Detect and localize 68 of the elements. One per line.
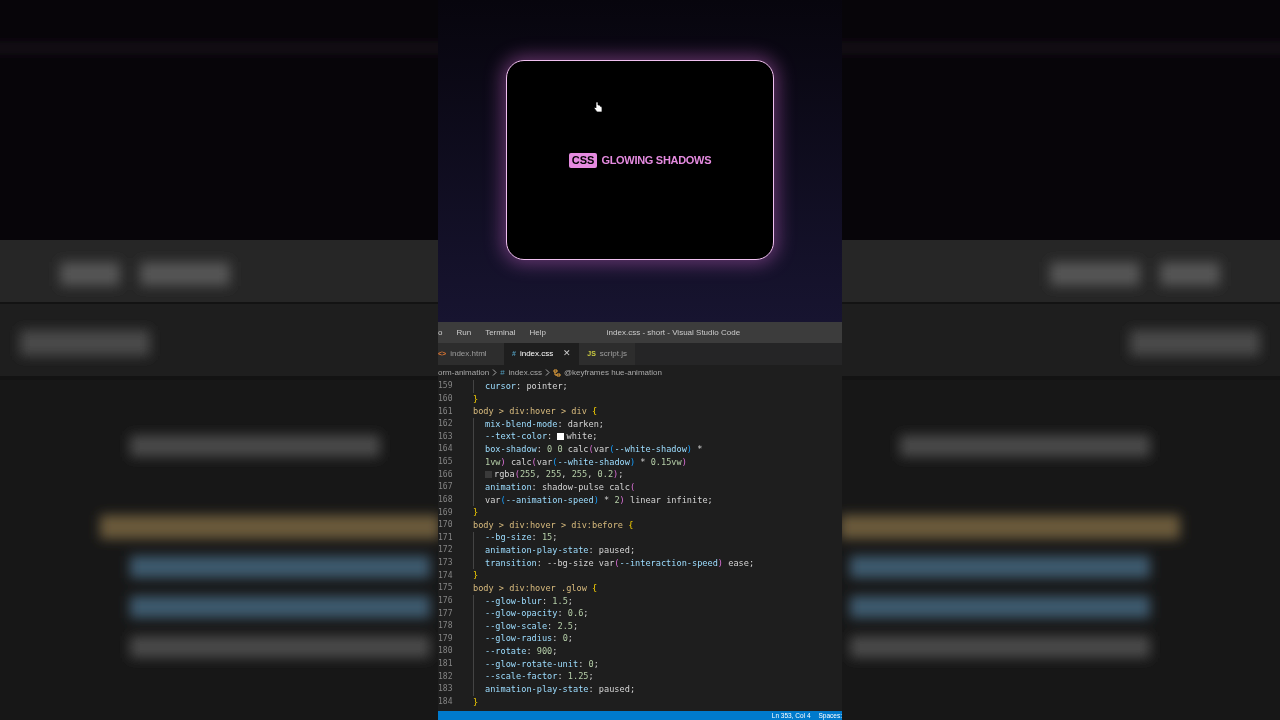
line-number: 167 — [438, 481, 454, 494]
code-line: animation-play-state: paused; — [485, 682, 636, 696]
close-icon[interactable]: ✕ — [563, 347, 572, 361]
chevron-icon — [544, 369, 550, 376]
line-number: 171 — [438, 531, 454, 544]
code-line: --bg-size: 15; — [485, 531, 558, 545]
breadcrumb-item[interactable]: @keyframes hue-animation — [563, 366, 662, 379]
menu-item[interactable]: Terminal — [478, 326, 523, 339]
pointer-cursor-icon — [594, 101, 603, 113]
line-number: 176 — [438, 594, 454, 607]
line-number: 184 — [438, 695, 454, 708]
code-line: rgba(255, 255, 255, 0.2); — [485, 468, 624, 482]
window-title: index.css - short - Visual Studio Code — [606, 326, 741, 339]
line-number: 177 — [438, 607, 454, 620]
menu-item[interactable]: o — [438, 326, 450, 339]
code-line: mix-blend-mode: darken; — [485, 417, 604, 431]
menu-item[interactable]: Help — [522, 326, 553, 339]
code-line: body > div:hover > div { — [473, 405, 598, 418]
line-number: 180 — [438, 645, 454, 658]
line-number: 174 — [438, 569, 454, 582]
code-line: } — [473, 392, 479, 406]
line-number: 163 — [438, 430, 454, 443]
line-number: 179 — [438, 632, 454, 645]
code-line: --glow-opacity: 0.6; — [485, 607, 589, 620]
code-line: --glow-blur: 1.5; — [485, 594, 573, 608]
breadcrumb-item[interactable]: orm-animation — [438, 366, 490, 379]
line-number: 175 — [438, 582, 454, 595]
line-number: 178 — [438, 620, 454, 633]
line-number: 169 — [438, 506, 454, 519]
code-line: } — [473, 569, 479, 583]
line-number: 182 — [438, 670, 454, 683]
chevron-icon — [492, 369, 498, 376]
line-number: 173 — [438, 557, 454, 570]
code-line: --glow-scale: 2.5; — [485, 619, 579, 633]
code-line: } — [473, 506, 479, 519]
line-number: 159 — [438, 380, 454, 393]
menu-item[interactable]: Run — [449, 326, 479, 339]
css-badge: CSS — [568, 152, 598, 168]
line-number: 160 — [438, 392, 454, 405]
code-line: cursor: pointer; — [485, 379, 568, 393]
code-line: box-shadow: 0 0 calc(var(--white-shadow) * — [485, 443, 703, 456]
line-number: 181 — [438, 658, 454, 671]
line-number: 164 — [438, 443, 454, 456]
code-line: --scale-factor: 1.25; — [485, 670, 594, 684]
code-line: 1vw) calc(var(--white-shadow) * 0.15vw) — [485, 455, 687, 469]
code-line: body > div:hover .glow { — [473, 581, 598, 595]
line-number: 170 — [438, 519, 454, 532]
card-title: GLOWING SHADOWS — [601, 152, 712, 168]
line-number: 166 — [438, 468, 454, 481]
line-number: 161 — [438, 405, 454, 418]
code-line: --glow-rotate-unit: 0; — [485, 657, 599, 671]
code-line: animation: shadow-pulse calc( — [485, 480, 636, 494]
line-number: 162 — [438, 418, 454, 431]
symbol-icon — [552, 368, 561, 377]
code-line: animation-play-state: paused; — [485, 544, 636, 557]
breadcrumb-item[interactable]: index.css — [508, 366, 542, 379]
code-line: --text-color: white; — [485, 430, 598, 444]
line-number: 168 — [438, 493, 454, 506]
line-number: 165 — [438, 456, 454, 469]
code-line: transition: --bg-size var(--interaction-speed) ease; — [485, 556, 755, 570]
file-type-icon: # — [500, 366, 505, 379]
code-line: var(--animation-speed) * 2) linear infinite; — [485, 493, 713, 507]
code-line: body > div:hover > div:before { — [473, 518, 634, 532]
line-number: 172 — [438, 544, 454, 557]
line-number: 183 — [438, 683, 454, 696]
code-line: --glow-radius: 0; — [485, 632, 573, 646]
code-line: } — [473, 695, 479, 709]
code-line: --rotate: 900; — [485, 645, 558, 658]
